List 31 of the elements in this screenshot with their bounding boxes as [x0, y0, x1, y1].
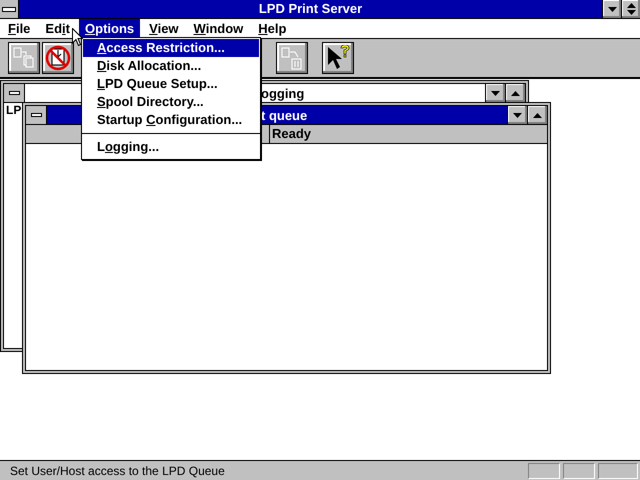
menu-item[interactable]: Access Restriction...: [83, 39, 259, 57]
menu-item[interactable]: File: [2, 19, 36, 38]
down-arrow-icon: [608, 6, 616, 12]
menu-item[interactable]: Options: [79, 19, 140, 38]
status-panel: [528, 462, 560, 478]
up-arrow-icon: [511, 90, 520, 96]
help-pointer-button[interactable]: [322, 42, 354, 74]
menu-item[interactable]: Help: [252, 19, 292, 38]
menu-item[interactable]: Window: [188, 19, 250, 38]
menu-item[interactable]: View: [143, 19, 185, 38]
menu-item[interactable]: Disk Allocation...: [82, 57, 260, 75]
minimize-button[interactable]: [602, 0, 621, 18]
up-arrow-icon: [533, 112, 542, 118]
up-down-arrow-icon: [626, 3, 636, 15]
maximize-button[interactable]: [527, 106, 547, 124]
maximize-button[interactable]: [505, 84, 525, 102]
down-arrow-icon: [491, 90, 500, 96]
no-print-button[interactable]: [42, 42, 74, 74]
minimize-button[interactable]: [485, 84, 505, 102]
status-text: Set User/Host access to the LPD Queue: [9, 464, 226, 478]
column-header[interactable]: Ready: [270, 125, 312, 143]
minimize-button[interactable]: [507, 106, 527, 124]
system-menu-button[interactable]: [0, 0, 19, 18]
status-panel: [598, 462, 638, 478]
status-panel: [563, 462, 595, 478]
window-title: LPD Print Server: [258, 0, 364, 18]
menu-item[interactable]: Edit: [39, 19, 76, 38]
down-arrow-icon: [513, 112, 522, 118]
list-item[interactable]: LP: [6, 103, 22, 117]
menu-item[interactable]: Logging...: [82, 138, 260, 156]
restore-button[interactable]: [621, 0, 640, 18]
